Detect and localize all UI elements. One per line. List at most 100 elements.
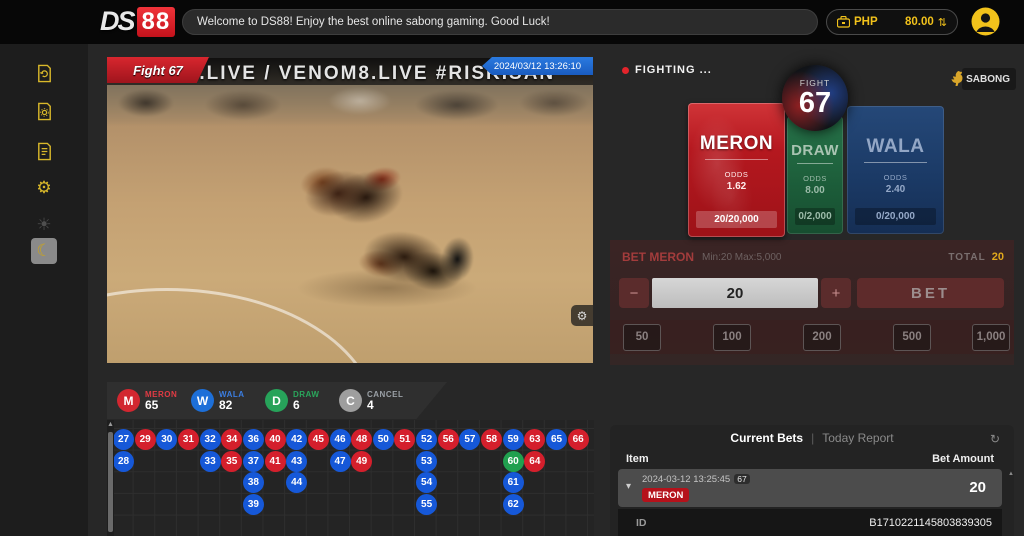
total-label: TOTAL [948,252,985,263]
grid-result-32: 32 [200,429,221,450]
meron-bet-card[interactable]: MERON ODDS 1.62 20/20,000 [688,103,785,237]
bet-submit-button[interactable]: BET [857,278,1004,308]
grid-result-59: 59 [503,429,524,450]
bets-scrollbar[interactable]: ▲ [1008,471,1012,531]
grid-scrollbar[interactable]: ▲ [107,420,114,536]
fight-number-circle: FIGHT 67 [782,65,848,131]
grid-result-61: 61 [503,472,524,493]
grid-result-58: 58 [481,429,502,450]
bet-decrease-button[interactable]: − [619,278,649,308]
draw-odds-label: ODDS [803,174,827,183]
grid-result-64: 64 [524,451,545,472]
welcome-marquee: Welcome to DS88! Enjoy the best online s… [182,9,818,35]
quick-amount-50[interactable]: 50 [623,324,661,351]
summary-cancel: C CANCEL 4 [339,389,403,412]
status-dot-icon [622,67,629,74]
grid-result-37: 37 [243,451,264,472]
grid-result-50: 50 [373,429,394,450]
dark-mode-moon-icon[interactable]: ☾ [31,238,57,264]
wala-bet-card[interactable]: WALA ODDS 2.40 0/20,000 [847,106,944,234]
draw-odds-value: 8.00 [805,185,824,196]
bets-tabs: Current Bets | Today Report [610,431,1014,445]
quick-amount-100[interactable]: 100 [713,324,751,351]
col-amount-header: Bet Amount [932,453,994,465]
user-avatar[interactable] [971,7,1000,36]
live-video-player[interactable]: UCUP4.LIVE / VENOM8.LIVE #RISKISAN [107,58,593,363]
meron-divider [705,159,767,160]
logo-88-text: 88 [137,7,176,37]
grid-result-45: 45 [308,429,329,450]
quick-amount-200[interactable]: 200 [803,324,841,351]
wallet-icon [837,16,850,28]
bet-controls-section: BET MERON Min:20 Max:5,000 TOTAL 20 − + … [610,240,1014,365]
tab-today-report[interactable]: Today Report [822,431,893,445]
left-sidebar: ⚙ ☀ ☾ [0,44,88,536]
grid-result-40: 40 [265,429,286,450]
chevron-down-icon[interactable]: ▾ [626,481,631,492]
settings-gear-icon[interactable]: ⚙ [31,175,57,201]
grid-result-33: 33 [200,451,221,472]
grid-result-47: 47 [330,451,351,472]
bet-increase-button[interactable]: + [821,278,851,308]
status-text: FIGHTING ... [635,64,712,76]
grid-result-36: 36 [243,429,264,450]
report-refresh-icon[interactable] [31,60,57,86]
grid-result-57: 57 [459,429,480,450]
bet-id-row: ID B1710221145803839305 [618,509,1002,536]
bet-id-value: B1710221145803839305 [869,517,992,529]
grid-result-38: 38 [243,472,264,493]
quick-amount-1000[interactable]: 1,000 [972,324,1010,351]
refresh-balance-icon[interactable]: ⇅ [938,16,947,29]
grid-result-60: 60 [503,451,524,472]
ds88-sabong-app: DS 88 Welcome to DS88! Enjoy the best on… [0,0,1024,536]
summary-wala: W WALA 82 [191,389,255,412]
cancel-summary-count: 4 [367,399,403,412]
grid-result-34: 34 [221,429,242,450]
report-settings-icon[interactable] [31,98,57,124]
grid-result-42: 42 [286,429,307,450]
meron-title: MERON [700,133,773,155]
records-list-icon[interactable] [31,138,57,164]
draw-bet-card[interactable]: DRAW ODDS 8.00 0/2,000 [787,116,843,234]
timestamp-text: 2024/03/12 13:26:10 [494,61,581,72]
grid-result-29: 29 [135,429,156,450]
grid-scroll-thumb[interactable] [108,432,113,532]
tab-current-bets[interactable]: Current Bets [730,431,803,445]
bet-side-badge: MERON [642,488,689,502]
grid-result-53: 53 [416,451,437,472]
grid-scroll-up-icon[interactable]: ▲ [107,421,114,428]
logo-ds-text: DS [100,6,134,37]
quick-amount-500[interactable]: 500 [893,324,931,351]
fight-badge-text: Fight 67 [133,63,183,78]
bets-refresh-icon[interactable]: ↻ [990,432,1000,446]
bet-time-text: 2024-03-12 13:25:45 [642,474,730,485]
bet-amount-input[interactable] [652,278,818,308]
currency-label: PHP [854,16,878,28]
bet-amount-value: 20 [969,479,986,496]
grid-result-63: 63 [524,429,545,450]
video-settings-button[interactable]: ⚙ [571,305,593,326]
balance-value: 80.00 [905,16,934,28]
cancel-summary-icon: C [339,389,362,412]
top-bar: DS 88 Welcome to DS88! Enjoy the best on… [0,0,1024,44]
grid-result-43: 43 [286,451,307,472]
light-mode-sun-icon[interactable]: ☀ [31,212,57,238]
provider-text: SABONG [966,74,1010,85]
bet-history-row[interactable]: ▾ 2024-03-12 13:25:45 67 MERON 20 [618,469,1002,507]
wala-odds-label: ODDS [884,173,908,182]
fight-circle-number: 67 [799,88,831,118]
bet-fight-tag: 67 [734,474,749,484]
col-item-header: Item [626,453,649,465]
wallet-balance[interactable]: PHP 80.00 ⇅ [826,9,958,35]
video-crowd-background [107,82,593,124]
grid-result-41: 41 [265,451,286,472]
grid-result-51: 51 [394,429,415,450]
ds88-logo[interactable]: DS 88 [100,6,175,37]
bets-scroll-up-icon[interactable]: ▲ [1008,471,1012,478]
grid-result-46: 46 [330,429,351,450]
rooster-icon [948,69,968,89]
draw-summary-count: 6 [293,399,319,412]
draw-pool: 0/2,000 [795,208,835,225]
meron-odds-value: 1.62 [727,181,746,192]
draw-title: DRAW [791,142,839,159]
